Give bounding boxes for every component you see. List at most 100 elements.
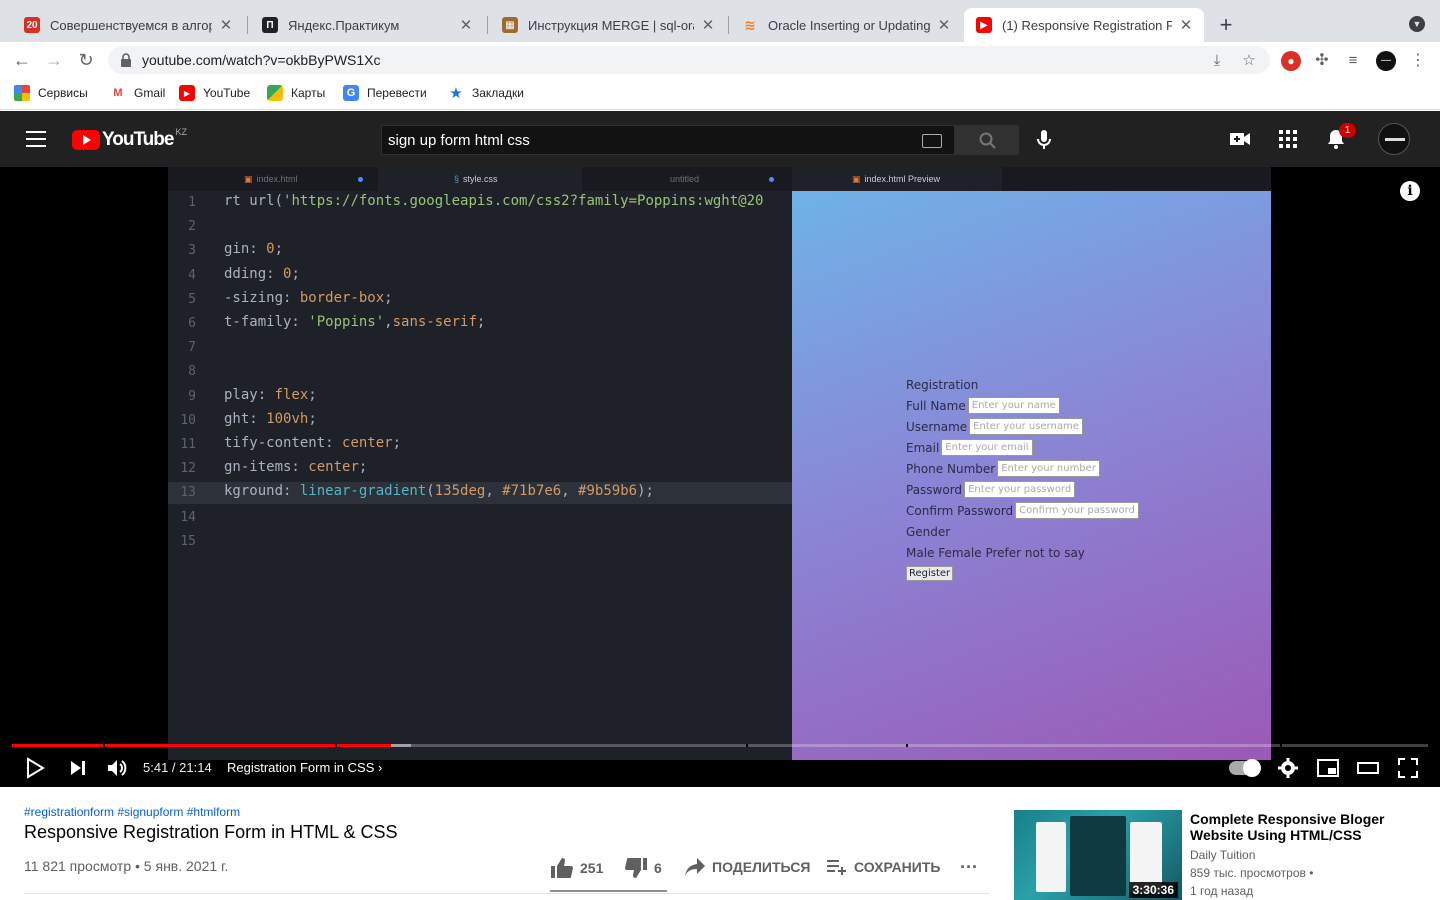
miniplayer-icon[interactable] <box>1316 756 1340 780</box>
fullscreen-icon[interactable] <box>1396 756 1420 780</box>
info-icon[interactable]: i <box>1400 181 1420 201</box>
line-number: 11 <box>180 437 196 452</box>
youtube-favicon-icon: ▶ <box>976 17 992 33</box>
chrome-menu-icon[interactable]: ⋮ <box>1408 51 1428 71</box>
video-player[interactable]: ▣ index.html § style.css untitled 12345678… <box>0 167 1440 787</box>
share-label: ПОДЕЛИТЬСЯ <box>712 859 811 875</box>
chapter-marker <box>1280 744 1282 747</box>
video-hashtags[interactable]: #registrationform #signupform #htmlform <box>24 805 397 819</box>
search-button[interactable] <box>955 125 1019 155</box>
registration-form-preview: Registration Full Name Enter your name Use… <box>906 374 1139 584</box>
create-video-icon[interactable] <box>1228 127 1252 151</box>
video-meta: #registrationform #signupform #htmlform … <box>24 805 397 843</box>
youtube-logo-icon <box>72 130 100 150</box>
share-arrow-icon <box>685 858 705 876</box>
profile-avatar-icon[interactable]: — <box>1376 51 1396 71</box>
save-button[interactable]: СОХРАНИТЬ <box>826 857 940 877</box>
browser-tab-4[interactable]: ≋ Oracle Inserting or Updating a ✕ <box>730 8 962 42</box>
extensions-puzzle-icon[interactable]: ✣ <box>1312 51 1332 71</box>
line-number: 2 <box>188 219 196 235</box>
bookmark-folder[interactable]: ★ Закладки <box>448 85 524 102</box>
like-button[interactable]: 251 <box>550 857 603 879</box>
country-code: KZ <box>175 127 187 137</box>
recommended-thumbnail[interactable]: 3:30:36 <box>1014 810 1182 900</box>
keyboard-icon[interactable] <box>922 134 942 148</box>
play-icon[interactable] <box>22 756 46 780</box>
youtube-logo[interactable]: YouTube KZ <box>72 127 187 151</box>
tab-title: Яндекс.Практикум <box>288 17 400 33</box>
forward-button[interactable]: → <box>42 48 66 72</box>
search-input[interactable]: sign up form html css <box>388 132 530 149</box>
chevron-right-icon: › <box>378 760 383 775</box>
form-field-row: Username Enter your username <box>906 416 1139 437</box>
close-tab-icon[interactable]: ✕ <box>936 16 952 34</box>
close-tab-icon[interactable]: ✕ <box>218 16 234 34</box>
like-ratio-bar <box>550 890 667 892</box>
chapter-title-button[interactable]: Registration Form in CSS › <box>227 760 382 775</box>
browser-tab-1[interactable]: 20 Совершенствуемся в алгоритмах ✕ <box>12 8 244 42</box>
extension-red-icon[interactable]: ● <box>1281 51 1301 71</box>
address-bar[interactable]: youtube.com/watch?v=okbByPWS1Xc ⤓ ☆ <box>108 46 1270 74</box>
bookmark-label: Gmail <box>134 86 166 100</box>
gender-options: Male Female Prefer not to say <box>906 545 1085 560</box>
code-line: gn-items: center; <box>224 459 368 476</box>
dislike-button[interactable]: 6 <box>624 857 662 879</box>
apps-grid-icon[interactable] <box>1276 127 1300 151</box>
form-preview-pane: Registration Full Name Enter your name Use… <box>792 191 1271 760</box>
tab-favicon-icon: ≋ <box>744 16 756 33</box>
apps-grid-icon <box>14 85 30 101</box>
reload-button[interactable]: ↻ <box>74 48 98 72</box>
dislike-count: 6 <box>654 860 662 876</box>
browser-tab-5-active[interactable]: ▶ (1) Responsive Registration Form ✕ <box>964 8 1204 42</box>
share-button[interactable]: ПОДЕЛИТЬСЯ <box>684 857 810 877</box>
browser-tab-2[interactable]: П Яндекс.Практикум ✕ <box>250 8 484 42</box>
theater-mode-icon[interactable] <box>1356 756 1380 780</box>
autoplay-toggle[interactable] <box>1229 759 1261 777</box>
line-number: 7 <box>188 340 196 356</box>
account-avatar[interactable] <box>1378 123 1410 155</box>
gmail-icon: M <box>113 87 123 99</box>
browser-tab-3[interactable]: ▦ Инструкция MERGE | sql-oracle ✕ <box>490 8 726 42</box>
close-tab-icon[interactable]: ✕ <box>1178 16 1194 34</box>
code-line: tify-content: center; <box>224 435 402 451</box>
tab-separator <box>487 16 488 34</box>
form-field-row: Password Enter your password <box>906 479 1139 500</box>
recommended-title[interactable]: Complete Responsive Bloger Website Using… <box>1190 811 1420 843</box>
settings-gear-icon[interactable] <box>1276 756 1300 780</box>
more-actions-icon[interactable]: ··· <box>960 857 978 878</box>
form-field-input: Enter your email <box>941 439 1033 456</box>
code-line: gin: 0; <box>224 241 284 258</box>
chapter-marker <box>335 744 337 747</box>
bookmark-gmail[interactable]: M Gmail <box>110 85 165 101</box>
form-field-input: Enter your name <box>967 397 1060 414</box>
install-app-icon[interactable]: ⤓ <box>1208 52 1226 70</box>
line-number: 5 <box>188 291 196 307</box>
tab-search-icon[interactable]: ▼ <box>1409 16 1425 32</box>
bookmark-services[interactable]: Сервисы <box>14 85 88 101</box>
close-tab-icon[interactable]: ✕ <box>458 16 474 34</box>
thumbnail-graphic <box>1070 816 1126 896</box>
form-field-label: Email <box>906 440 940 455</box>
new-tab-button[interactable]: + <box>1214 14 1238 38</box>
back-button[interactable]: ← <box>10 48 34 72</box>
bookmark-youtube[interactable]: ▶ YouTube <box>179 85 250 101</box>
bookmark-maps[interactable]: Карты <box>267 85 325 101</box>
video-duration: 3:30:36 <box>1128 882 1178 898</box>
code-line: ght: 100vh; <box>224 410 317 427</box>
next-video-icon[interactable] <box>66 756 90 780</box>
bookmark-star-icon[interactable]: ☆ <box>1240 52 1258 70</box>
code-line: -sizing: border-box; <box>224 289 393 306</box>
form-field-label: Username <box>906 419 968 434</box>
voice-search-mic-icon[interactable] <box>1032 128 1056 152</box>
tab-favicon-icon: П <box>262 17 278 33</box>
recommended-channel[interactable]: Daily Tuition <box>1190 848 1255 862</box>
chapter-title: Registration Form in CSS <box>227 760 375 775</box>
media-control-icon[interactable]: ≡ <box>1343 51 1363 71</box>
recommended-views: 859 тыс. просмотров • <box>1190 866 1314 880</box>
search-box[interactable]: sign up form html css <box>381 125 955 155</box>
register-button-preview: Register <box>906 566 954 581</box>
close-tab-icon[interactable]: ✕ <box>700 16 716 34</box>
bookmark-translate[interactable]: G Перевести <box>343 85 427 101</box>
guide-menu-icon[interactable] <box>26 131 46 147</box>
volume-icon[interactable] <box>105 756 129 780</box>
